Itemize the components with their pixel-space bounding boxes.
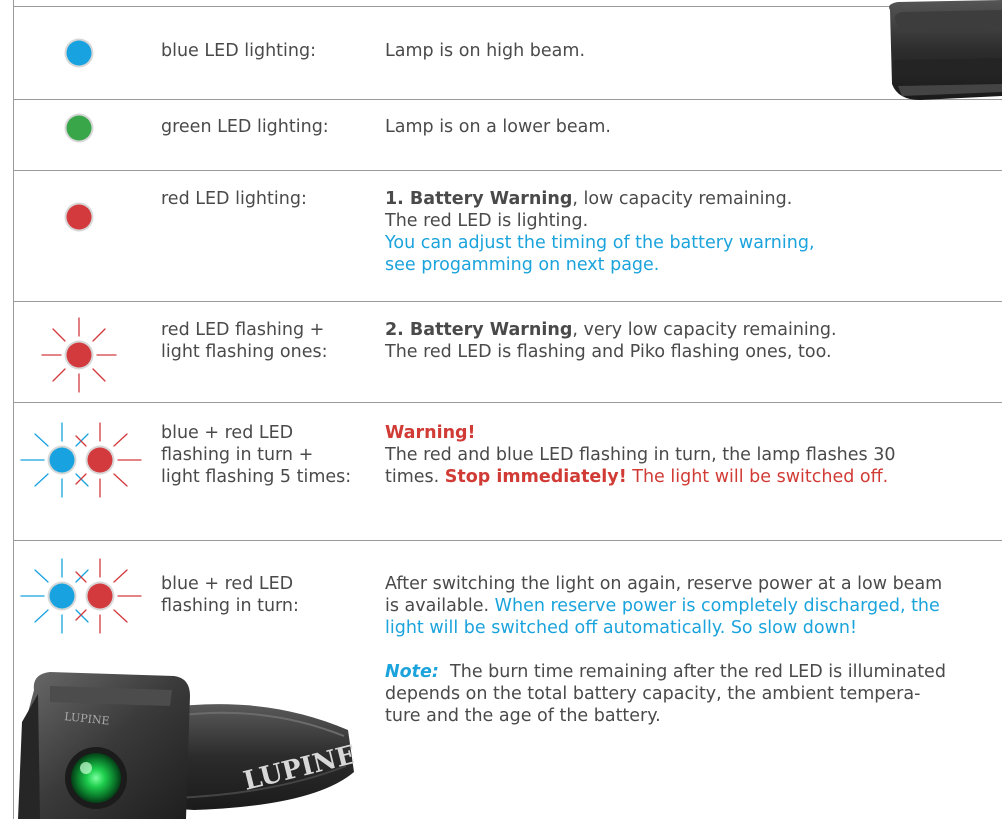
row-label: red LED flashing + light flashing ones: — [161, 320, 328, 362]
row-description: Lamp is on high beam. — [385, 41, 586, 61]
row-label: red LED lighting: — [161, 189, 307, 209]
status-row-blue: blue LED lighting: Lamp is on high beam. — [14, 6, 1002, 99]
row-description: Lamp is on a lower beam. — [385, 117, 611, 137]
row-label: blue + red LED flashing in turn + light … — [161, 423, 352, 487]
row-description: 1. Battery Warning, low capacity remaini… — [385, 189, 815, 275]
warning-heading: Warning! — [385, 423, 476, 443]
blue-red-led-flashing-icon — [20, 558, 142, 634]
row-label: blue LED lighting: — [161, 41, 316, 61]
lamp-headband-image: LUPINE LUPINE — [18, 672, 354, 819]
red-led-flashing-icon — [41, 317, 117, 393]
green-led-icon — [64, 113, 94, 143]
row-description: Warning! The red and blue LED flashing i… — [385, 422, 1002, 488]
note-paragraph: Note: The burn time remaining after the … — [385, 662, 946, 682]
status-row-green: green LED lighting: Lamp is on a lower b… — [14, 99, 1002, 170]
row-description: 2. Battery Warning, very low capacity re… — [385, 320, 837, 362]
status-row-red: red LED lighting: 1. Battery Warning, lo… — [14, 170, 1002, 301]
status-row-red-flashing: red LED flashing + light flashing ones: … — [14, 301, 1002, 402]
blue-red-led-flashing-icon — [20, 422, 142, 498]
row-description: After switching the light on again, rese… — [385, 573, 1002, 727]
red-led-icon — [64, 202, 94, 232]
row-label: blue + red LED flashing in turn: — [161, 574, 299, 616]
status-row-blue-red-flashing-5: blue + red LED flashing in turn + light … — [14, 402, 1002, 540]
blue-led-icon — [64, 38, 94, 68]
row-label: green LED lighting: — [161, 117, 329, 137]
